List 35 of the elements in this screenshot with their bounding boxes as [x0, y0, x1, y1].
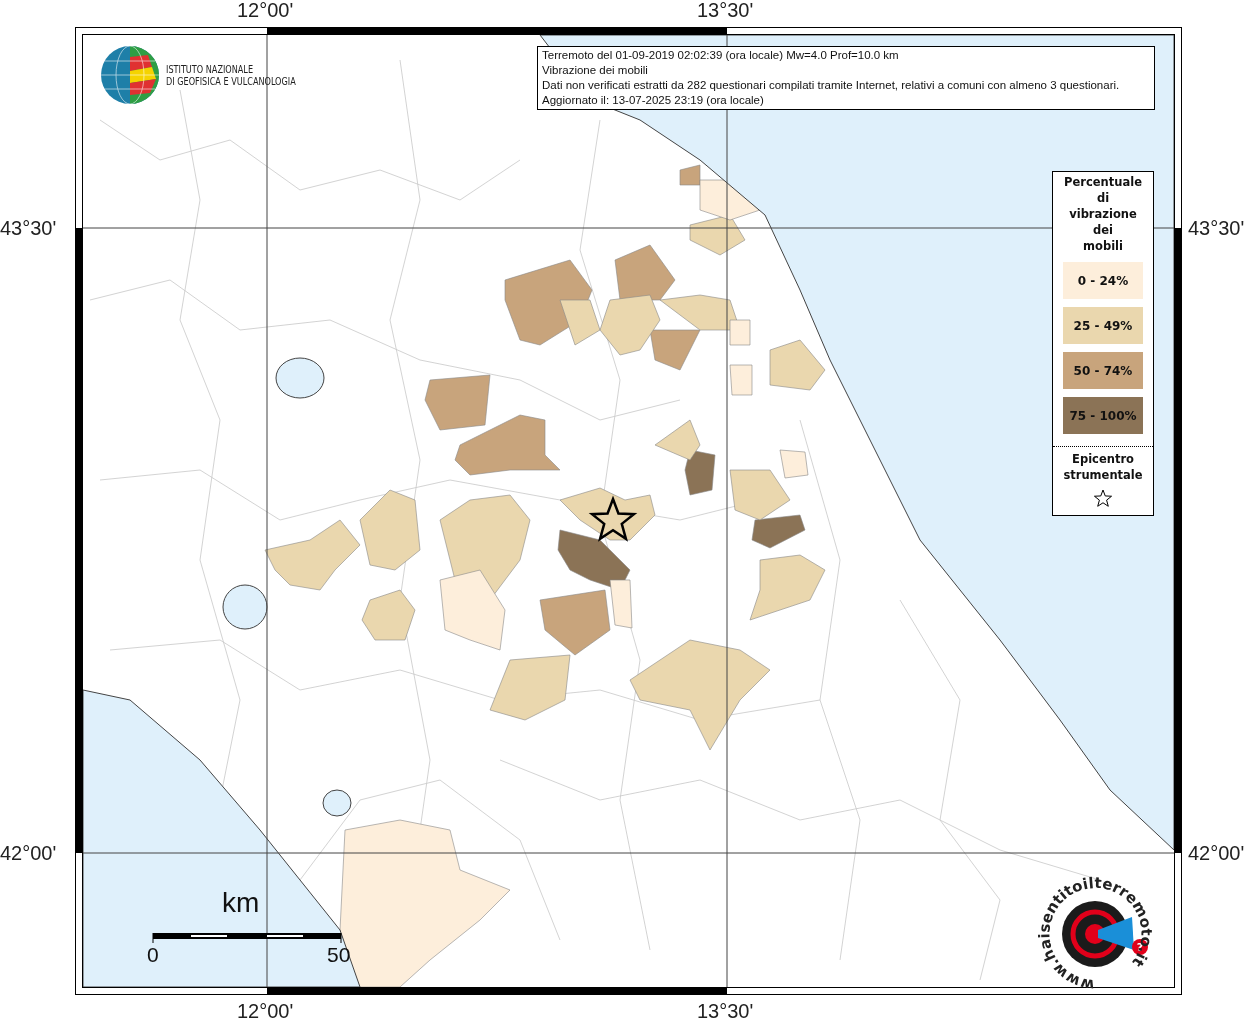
legend-swatch: 75 - 100% [1063, 397, 1143, 434]
institute-name: DI GEOFISICA E VULCANOLOGIA [166, 75, 296, 87]
globe-logo-icon [100, 45, 160, 105]
municipality-area [729, 364, 753, 396]
legend-swatch: 50 - 74% [1063, 352, 1143, 389]
latitude-label: 43°30' [0, 218, 57, 238]
legend-title: mobili [1083, 238, 1123, 254]
longitude-label: 13°30' [697, 0, 754, 20]
longitude-label: 12°00' [237, 0, 294, 20]
legend-title: Percentuale [1064, 174, 1142, 190]
legend-title: Epicentro [1072, 451, 1134, 467]
scale-label: 0 [147, 944, 159, 965]
lake-shape [322, 789, 352, 817]
info-text: Vibrazione dei mobili [542, 63, 649, 78]
star-icon [1093, 489, 1113, 507]
star-icon [588, 495, 638, 542]
scale-unit: km [222, 889, 260, 917]
institute-name: ISTITUTO NAZIONALE [166, 63, 254, 75]
info-text: Aggiornato il: 13-07-2025 23:19 (ora locale) [542, 93, 765, 108]
latitude-label: 42°00' [1188, 843, 1245, 863]
legend-title: di [1096, 190, 1110, 206]
info-text: Terremoto del 01-09-2019 02:02:39 (ora locale) Mw=4.0 Prof=10.0 km [542, 48, 900, 63]
legend-swatch: 0 - 24% [1063, 262, 1143, 299]
legend-title: dei [1093, 222, 1113, 238]
municipality-area [769, 339, 826, 391]
legend-title: vibrazione [1069, 206, 1137, 222]
legend-swatch: 25 - 49% [1063, 307, 1143, 344]
latitude-label: 43°30' [1188, 218, 1245, 238]
longitude-label: 12°00' [237, 1001, 294, 1021]
lake-shape [275, 357, 325, 399]
longitude-label: 13°30' [697, 1001, 754, 1021]
legend-title: strumentale [1063, 467, 1143, 483]
scale-label: 50 [327, 944, 351, 965]
latitude-label: 42°00' [0, 843, 57, 863]
info-text: Dati non verificati estratti da 282 questionari compilati tramite Internet, relativi a comuni con almeno 3 questionari. [542, 78, 1121, 93]
